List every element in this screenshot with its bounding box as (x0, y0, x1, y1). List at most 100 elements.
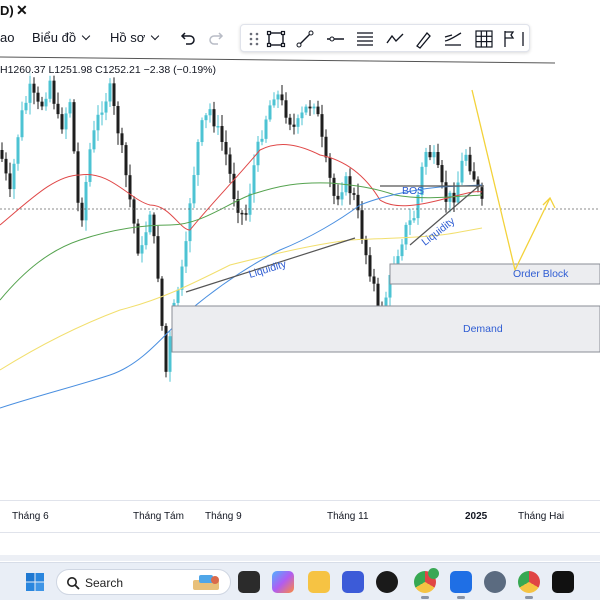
candle-body (136, 223, 140, 254)
chevron-down-icon (151, 31, 160, 41)
candle-body (132, 199, 136, 224)
capcut-editor-icon[interactable] (552, 571, 574, 593)
candle-body (80, 202, 84, 221)
demand-label: Demand (463, 323, 503, 335)
chart-menu-button[interactable]: Biểu đồ (32, 30, 91, 45)
settings-icon[interactable] (484, 571, 506, 593)
candle-body (300, 112, 304, 119)
candle-body (208, 109, 212, 116)
candle-body (424, 151, 428, 167)
candle-body (320, 114, 324, 137)
candle-body (200, 120, 204, 143)
search-placeholder: Search (85, 576, 124, 590)
candle-body (48, 80, 52, 99)
candle-body (216, 126, 220, 128)
candle-body (460, 160, 464, 183)
candle-body (260, 138, 264, 142)
candle-body (108, 83, 112, 102)
candle-body (304, 106, 308, 113)
zalo-icon[interactable] (450, 571, 472, 599)
copilot-icon[interactable] (272, 571, 294, 593)
close-icon[interactable]: ✕ (16, 2, 28, 19)
candle-body (116, 106, 120, 134)
candle-body (12, 163, 16, 190)
candle-body (24, 102, 28, 111)
candle-body (452, 192, 456, 203)
time-axis[interactable]: Tháng 6 Tháng Tám Tháng 9 Tháng 11 2025 … (0, 500, 600, 532)
candle-body (4, 158, 8, 174)
fib-levels-icon[interactable] (354, 28, 376, 50)
bos-label: BOS (402, 185, 424, 197)
rectangle-icon[interactable] (265, 28, 287, 50)
capcut-icon[interactable] (376, 571, 398, 593)
candle-body (464, 154, 468, 161)
chrome-profile-icon[interactable] (518, 571, 540, 599)
candle-body (432, 152, 436, 158)
time-label-november: Tháng 11 (327, 511, 369, 522)
code-icon[interactable] (342, 571, 364, 593)
search-icon (67, 577, 80, 590)
candle-body (44, 98, 48, 107)
candle-body (372, 276, 376, 284)
toolbar-partial-item[interactable]: ao (0, 30, 14, 45)
candle-body (20, 110, 24, 138)
candle-body (212, 109, 216, 127)
candle-body (104, 101, 108, 113)
candle-body (72, 102, 76, 152)
candle-body (340, 192, 344, 200)
grid-icon[interactable] (473, 28, 495, 50)
candle-body (192, 175, 196, 204)
regression-icon[interactable] (442, 28, 464, 50)
candle-body (112, 83, 116, 107)
profile-menu-button[interactable]: Hồ sơ (110, 30, 160, 45)
path-icon[interactable] (384, 28, 406, 50)
chart-bottom-strip (0, 555, 600, 561)
candle-body (264, 119, 268, 139)
candle-body (368, 255, 372, 277)
candle-body (16, 137, 20, 164)
candle-body (480, 187, 484, 199)
candle-body (288, 117, 292, 125)
horizontal-ray-icon[interactable] (324, 28, 346, 50)
undo-icon[interactable] (177, 28, 197, 48)
candle-body (8, 173, 12, 190)
drawings-group: BOSLiquidityLiquidityOrder BlockDemand (0, 56, 600, 353)
brush-icon[interactable] (412, 28, 434, 50)
candle-body (364, 239, 368, 256)
candle-body (312, 106, 316, 109)
search-input[interactable]: Search (56, 569, 231, 595)
candle-body (160, 278, 164, 326)
chrome-icon[interactable] (414, 568, 439, 599)
candle-body (60, 114, 64, 130)
order-block-label: Order Block (513, 268, 569, 280)
time-label-june: Tháng 6 (12, 511, 49, 522)
running-indicator (421, 596, 429, 599)
candle-body (468, 154, 472, 172)
order-block-zone (389, 263, 600, 285)
more-icon[interactable] (517, 28, 529, 50)
tab-title[interactable]: D) (0, 3, 14, 18)
candle-body (296, 118, 300, 127)
candle-body (472, 171, 476, 180)
candle-body (404, 224, 408, 245)
candle-body (408, 220, 412, 225)
file-explorer-icon[interactable] (308, 571, 330, 593)
drag-handle-icon[interactable] (243, 28, 265, 50)
start-icon[interactable] (24, 571, 46, 593)
price-chart[interactable]: BOSLiquidityLiquidityOrder BlockDemand (0, 56, 600, 500)
candle-body (84, 181, 88, 221)
task-view-icon[interactable] (238, 571, 260, 593)
candle-body (120, 133, 124, 146)
redo-icon[interactable] (207, 28, 227, 48)
resistance-line (0, 56, 556, 64)
candle-body (272, 99, 276, 106)
ohlc-legend: H1260.37 L1251.98 C1252.21 −2.38 (−0.19%… (0, 64, 217, 76)
candle-body (436, 152, 440, 166)
candle-body (440, 165, 444, 183)
candle-body (412, 218, 416, 221)
taskbar: Search (0, 562, 600, 600)
candle-body (100, 112, 104, 115)
trend-line-icon[interactable] (294, 28, 316, 50)
projection-path (471, 89, 551, 272)
candle-body (76, 151, 80, 203)
